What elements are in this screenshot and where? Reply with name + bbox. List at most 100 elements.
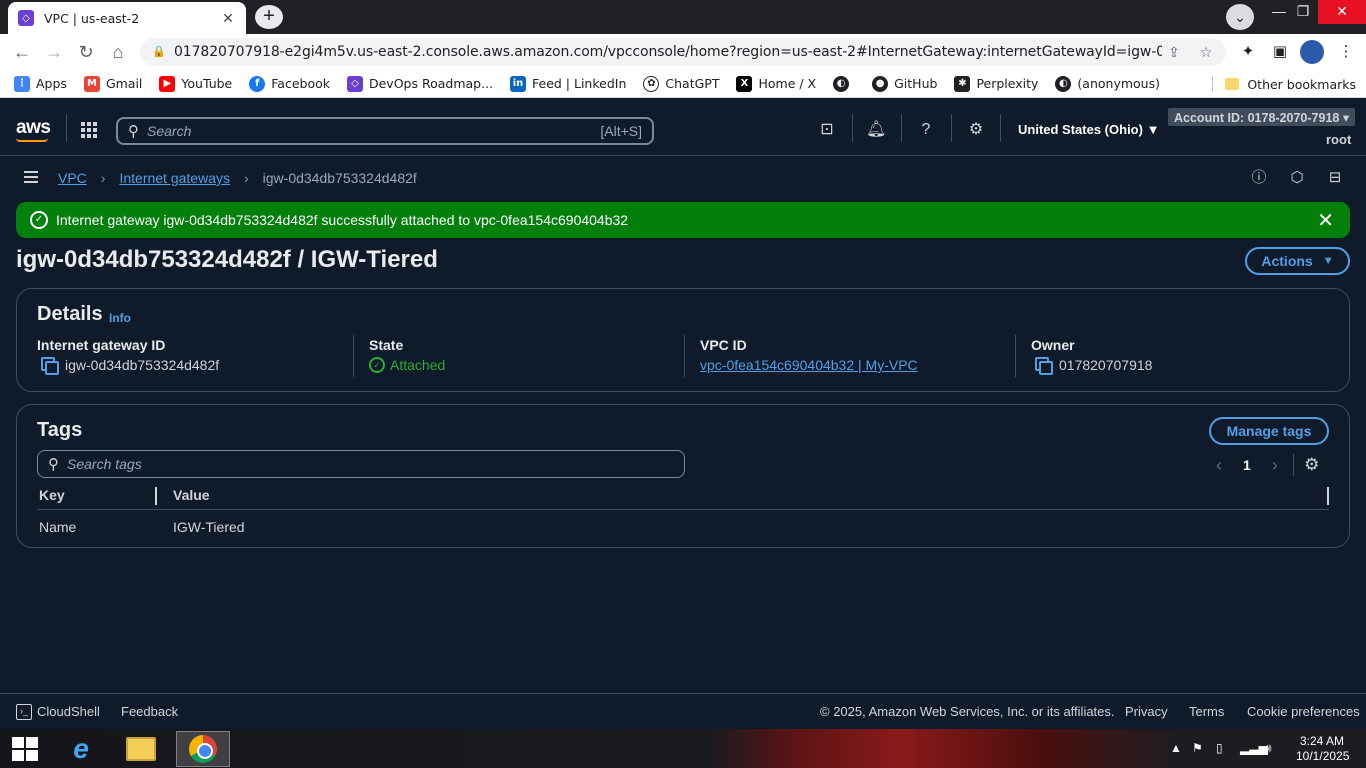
action-center-flag-icon[interactable]: ⚑ — [1192, 741, 1203, 755]
column-resizer[interactable] — [155, 487, 157, 505]
feedback-link[interactable]: Feedback — [121, 704, 178, 719]
bookmark-perplexity[interactable]: ✱ Perplexity — [954, 75, 1038, 92]
aws-logo-smile — [16, 138, 48, 142]
forward-button[interactable]: → — [42, 40, 66, 64]
share-icon[interactable]: ⇪ — [1162, 44, 1186, 61]
bookmark-youtube[interactable]: ▶ YouTube — [159, 75, 232, 92]
bookmark-label: Facebook — [271, 76, 330, 91]
services-menu-icon[interactable] — [81, 122, 97, 138]
info-panel-icon[interactable]: ⓘ — [1249, 168, 1269, 188]
bookmark-star-icon[interactable]: ☆ — [1194, 44, 1218, 61]
settings-gear-icon[interactable]: ⚙ — [966, 120, 986, 140]
bookmark-label: Home / X — [758, 76, 817, 91]
bookmark-facebook[interactable]: f Facebook — [249, 75, 330, 92]
file-explorer-icon[interactable] — [114, 731, 168, 767]
actions-button[interactable]: Actions ▼ — [1245, 247, 1350, 275]
side-nav-toggle-icon[interactable] — [24, 171, 38, 183]
chrome-menu-icon[interactable]: ⋮ — [1334, 40, 1358, 64]
window-close-button[interactable]: ✕ — [1318, 0, 1366, 24]
profile-avatar[interactable] — [1300, 40, 1324, 64]
column-divider — [684, 335, 685, 377]
screen-settings-icon[interactable]: ⊟ — [1325, 168, 1345, 188]
column-resizer[interactable] — [1327, 487, 1329, 505]
windows-start-icon[interactable] — [12, 737, 38, 761]
volume-icon[interactable]: 🔊︎ — [1264, 741, 1272, 756]
breadcrumb-vpc[interactable]: VPC — [58, 170, 87, 186]
console-search-input[interactable]: ⚲ Search [Alt+S] — [116, 117, 654, 145]
feedback-hexagon-icon[interactable]: ⬡ — [1287, 168, 1307, 188]
bookmark-apps[interactable]: ⋮ Apps — [14, 75, 67, 92]
success-check-icon: ✓ — [30, 211, 48, 229]
copy-icon[interactable] — [1035, 357, 1053, 375]
detail-owner: Owner 017820707918 — [1031, 337, 1152, 375]
extensions-icon[interactable]: ✦ — [1236, 40, 1260, 64]
windows-taskbar: e ▲ ⚑ ▯ ▂▃▅ 🔊︎ 3:24 AM 10/1/2025 — [0, 729, 1366, 768]
devops-roadmap-icon: ◇ — [346, 75, 363, 92]
page-number[interactable]: 1 — [1243, 457, 1251, 473]
aws-logo[interactable]: aws — [16, 117, 51, 139]
clock-date: 10/1/2025 — [1296, 749, 1350, 763]
bookmark-x[interactable]: X Home / X — [736, 75, 817, 92]
globe-icon: ◐ — [1055, 75, 1072, 92]
terms-link[interactable]: Terms — [1189, 704, 1224, 719]
divider — [901, 114, 902, 142]
bookmark-chatgpt[interactable]: ✿ ChatGPT — [643, 75, 719, 92]
bookmark-linkedin[interactable]: in Feed | LinkedIn — [510, 75, 626, 92]
column-header-value[interactable]: Value — [173, 487, 210, 503]
table-preferences-gear-icon[interactable]: ⚙ — [1302, 455, 1322, 475]
bookmark-github[interactable]: ● GitHub — [872, 75, 937, 92]
tab-close-icon[interactable]: ✕ — [220, 10, 236, 27]
linkedin-icon: in — [510, 75, 527, 92]
account-id-badge[interactable]: Account ID: 0178-2070-7918 ▾ — [1168, 108, 1356, 126]
user-menu[interactable]: root — [1326, 132, 1351, 147]
privacy-link[interactable]: Privacy — [1125, 704, 1168, 719]
info-link[interactable]: Info — [109, 311, 131, 325]
bookmark-anonymous[interactable]: ◐ (anonymous) — [1055, 75, 1160, 92]
other-bookmarks[interactable]: Other bookmarks — [1212, 76, 1356, 92]
tab-search-button[interactable]: ⌄ — [1226, 4, 1254, 30]
site-info-icon[interactable]: 🔒 — [152, 45, 166, 59]
cookie-preferences-link[interactable]: Cookie preferences — [1247, 704, 1360, 719]
region-selector[interactable]: United States (Ohio) ▼ — [1018, 122, 1159, 137]
breadcrumb: VPC › Internet gateways › igw-0d34db7533… — [58, 170, 417, 186]
tags-search-input[interactable]: ⚲ Search tags — [37, 450, 685, 478]
chevron-left-icon[interactable]: ‹ — [1209, 455, 1229, 476]
url-text[interactable]: 017820707918-e2gi4m5v.us-east-2.console.… — [174, 44, 1162, 60]
column-header-key[interactable]: Key — [39, 487, 65, 503]
chrome-taskbar-icon[interactable] — [176, 731, 230, 767]
back-button[interactable]: ← — [10, 40, 34, 64]
cloudshell-link[interactable]: CloudShell — [37, 704, 100, 719]
side-panel-icon[interactable]: ▣ — [1268, 40, 1292, 64]
notifications-bell-icon[interactable]: 🔔︎ — [866, 120, 886, 140]
bookmark-separator — [1212, 76, 1214, 92]
bookmark-label: (anonymous) — [1077, 76, 1160, 91]
reload-button[interactable]: ↻ — [74, 40, 98, 64]
address-bar[interactable]: 🔒 017820707918-e2gi4m5v.us-east-2.consol… — [140, 38, 1226, 66]
facebook-icon: f — [249, 75, 266, 92]
device-icon[interactable]: ▯ — [1216, 741, 1223, 755]
breadcrumb-bar: VPC › Internet gateways › igw-0d34db7533… — [0, 157, 1366, 199]
tags-search-placeholder: Search tags — [67, 456, 142, 472]
apps-grid-icon: ⋮ — [14, 75, 30, 92]
dismiss-flash-icon[interactable]: ✕ — [1317, 208, 1334, 233]
vpc-id-link[interactable]: vpc-0fea154c690404b32 | My-VPC — [700, 357, 918, 373]
cloudshell-icon: ›_ — [16, 704, 32, 720]
system-clock[interactable]: 3:24 AM 10/1/2025 — [1296, 734, 1350, 764]
home-button[interactable]: ⌂ — [106, 40, 130, 64]
breadcrumb-internet-gateways[interactable]: Internet gateways — [119, 170, 230, 186]
bookmark-globe[interactable]: ◐ — [833, 75, 855, 92]
bookmark-devops-roadmap[interactable]: ◇ DevOps Roadmap... — [346, 75, 493, 92]
detail-value: igw-0d34db753324d482f — [65, 357, 220, 373]
youtube-icon: ▶ — [159, 75, 176, 92]
show-hidden-icons-icon[interactable]: ▲ — [1170, 741, 1182, 755]
new-tab-button[interactable]: + — [255, 5, 283, 29]
manage-tags-button[interactable]: Manage tags — [1209, 417, 1329, 445]
cloudshell-icon[interactable]: ⊡ — [817, 120, 837, 140]
copy-icon[interactable] — [41, 357, 59, 375]
bookmark-gmail[interactable]: M Gmail — [83, 75, 142, 92]
internet-explorer-icon[interactable]: e — [54, 731, 108, 767]
divider — [852, 114, 853, 142]
browser-tab[interactable]: ◇ VPC | us-east-2 ✕ — [8, 2, 246, 34]
chevron-right-icon[interactable]: › — [1265, 455, 1285, 476]
help-icon[interactable]: ? — [916, 120, 936, 140]
